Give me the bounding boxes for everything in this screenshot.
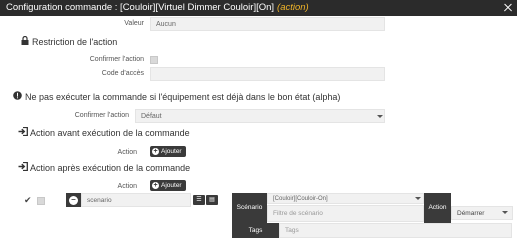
tags-input[interactable]: Tags <box>279 223 512 238</box>
confirm-action-checkbox[interactable] <box>150 56 158 64</box>
action-select-text: Démarrer <box>457 210 485 217</box>
after-heading-text: Action après exécution de la commande <box>30 163 191 173</box>
alpha-heading: Ne pas exécuter la commande si l'équipem… <box>12 91 340 102</box>
plus-icon: + <box>152 148 159 155</box>
after-heading: Action après exécution de la commande <box>17 161 191 173</box>
window-title-tag: (action) <box>277 2 309 13</box>
sign-in-icon <box>17 161 28 173</box>
before-heading-text: Action avant exécution de la commande <box>30 128 190 138</box>
value-select[interactable]: Aucun <box>150 17 385 31</box>
after-action-label: Action <box>117 183 137 190</box>
scenario-filter-placeholder: Filtre de scénario <box>273 210 323 217</box>
window-titlebar: Configuration commande : [Couloir][Virtu… <box>0 0 517 16</box>
tags-label: Tags <box>232 223 279 238</box>
scenario-select[interactable]: [Couloir][Couloir-On] <box>267 193 424 204</box>
scenario-filter-input[interactable]: Filtre de scénario <box>267 205 424 222</box>
remove-action-button[interactable]: – <box>66 193 81 207</box>
plus-icon: + <box>152 182 159 189</box>
action-type-input[interactable]: scenario <box>81 193 191 207</box>
list-icon[interactable]: ☰ <box>193 195 205 205</box>
before-action-label: Action <box>117 149 137 156</box>
chevron-down-icon <box>415 197 421 200</box>
close-icon[interactable] <box>502 2 513 13</box>
access-code-label: Code d'accès <box>101 70 144 77</box>
action-field-label: Action <box>424 193 451 223</box>
after-add-label: Ajouter <box>161 182 182 189</box>
restriction-heading: Restriction de l'action <box>19 35 118 47</box>
sign-in-icon <box>17 126 28 138</box>
after-add-button[interactable]: + Ajouter <box>150 180 186 191</box>
tags-placeholder: Tags <box>285 227 299 234</box>
check-icon: ✔ <box>24 195 32 205</box>
window-title-text: Configuration commande : [Couloir][Virtu… <box>6 2 275 13</box>
lock-icon <box>19 35 30 47</box>
scenario-label: Scénario <box>232 193 267 223</box>
options-icon[interactable]: ▤ <box>206 195 218 205</box>
access-code-input[interactable] <box>150 67 385 81</box>
warning-icon <box>12 91 23 102</box>
value-label: Valeur <box>124 20 144 27</box>
scenario-select-text: [Couloir][Couloir-On] <box>273 196 328 202</box>
alpha-heading-text: Ne pas exécuter la commande si l'équipem… <box>25 92 341 102</box>
alpha-confirm-label: Confirmer l'action <box>74 112 129 119</box>
alpha-select-text: Défaut <box>141 113 162 120</box>
alpha-select[interactable]: Défaut <box>135 109 385 123</box>
before-add-button[interactable]: + Ajouter <box>150 146 186 157</box>
confirm-action-label: Confirmer l'action <box>89 56 144 63</box>
minus-circle-icon: – <box>69 195 78 205</box>
chevron-down-icon <box>502 211 508 214</box>
before-add-label: Ajouter <box>161 148 182 155</box>
action-enable-checkbox[interactable] <box>37 197 45 205</box>
chevron-down-icon <box>377 115 383 118</box>
window-title: Configuration commande : [Couloir][Virtu… <box>6 0 309 16</box>
action-type-value: scenario <box>87 197 112 204</box>
value-select-text: Aucun <box>156 21 176 28</box>
before-heading: Action avant exécution de la commande <box>17 126 190 138</box>
restriction-heading-text: Restriction de l'action <box>32 37 118 47</box>
